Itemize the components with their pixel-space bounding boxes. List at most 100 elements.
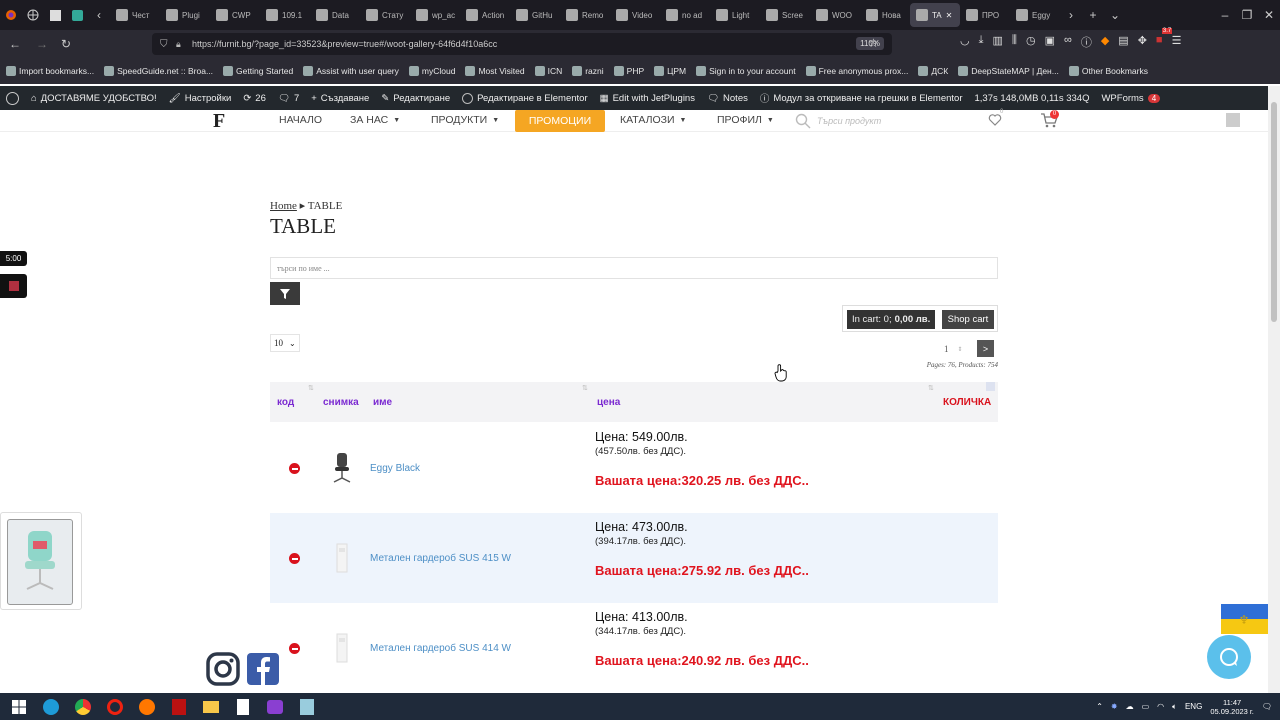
browser-tab[interactable]: GitHu: [510, 0, 560, 30]
bookmark-item[interactable]: Free anonymous prox...: [805, 66, 908, 76]
remove-item-button[interactable]: [289, 463, 300, 474]
app-icon[interactable]: [264, 696, 286, 718]
remove-item-button[interactable]: [289, 643, 300, 654]
menu-profile[interactable]: ПРОФИЛ ▼: [717, 114, 774, 126]
bookmark-item[interactable]: PHP: [613, 66, 644, 76]
scrollbar-thumb[interactable]: [1271, 102, 1277, 322]
comments-link[interactable]: 🗨︎ 7: [278, 93, 299, 104]
browser-tab[interactable]: Action: [460, 0, 510, 30]
bookmark-item[interactable]: Import bookmarks...: [6, 66, 94, 76]
browser-tab[interactable]: Plugi: [160, 0, 210, 30]
instagram-icon[interactable]: [206, 652, 240, 686]
bookmark-item[interactable]: myCloud: [408, 66, 455, 76]
account-avatar-icon[interactable]: [1226, 113, 1240, 127]
browser-tab[interactable]: WOO: [810, 0, 860, 30]
back-icon[interactable]: ←: [0, 29, 30, 59]
notifications-icon[interactable]: 🗨︎: [1262, 702, 1272, 711]
list-all-tabs-icon[interactable]: ⌄: [1104, 0, 1126, 30]
page-number-input[interactable]: 1 ⇕: [939, 340, 971, 358]
tray-app-icon[interactable]: ▭: [1142, 702, 1150, 711]
app-icon[interactable]: [296, 696, 318, 718]
col-price[interactable]: цена: [597, 397, 620, 408]
tray-app-icon[interactable]: ✸: [1111, 702, 1118, 711]
info-icon[interactable]: ⓘ: [1081, 34, 1092, 50]
product-name-link[interactable]: Метален гардероб SUS 414 W: [370, 643, 511, 654]
col-name[interactable]: име: [373, 397, 392, 408]
name-search-input[interactable]: търси по име ...: [270, 257, 998, 279]
lock-icon[interactable]: 🔒︎: [176, 39, 181, 50]
product-thumbnail[interactable]: [328, 452, 356, 484]
glasses-icon[interactable]: ∞: [1064, 34, 1072, 50]
site-name-link[interactable]: ⌂ ДОСТАВЯМЕ УДОБСТВО!: [31, 93, 157, 104]
new-content-link[interactable]: + Създаване: [311, 93, 369, 104]
minimize-icon[interactable]: –: [1214, 0, 1236, 30]
site-search-input[interactable]: Търси продукт: [795, 112, 955, 130]
shop-cart-button[interactable]: Shop cart: [942, 310, 994, 329]
bookmark-item[interactable]: razni: [572, 66, 604, 76]
browser-tab[interactable]: Стату: [360, 0, 410, 30]
chrome-icon[interactable]: [72, 696, 94, 718]
customize-link[interactable]: 🖌︎ Настройки: [169, 93, 232, 104]
stepper-icon[interactable]: ⇕: [958, 346, 963, 353]
close-window-icon[interactable]: ✕: [1258, 0, 1280, 30]
ublock-icon[interactable]: ■ 3.7: [1156, 28, 1173, 50]
facebook-icon[interactable]: [246, 652, 280, 686]
notepad-icon[interactable]: [232, 696, 254, 718]
next-page-button[interactable]: >: [977, 340, 994, 357]
firefox-icon[interactable]: [136, 696, 158, 718]
chevron-up-icon[interactable]: ⌃: [1096, 702, 1103, 711]
bookmark-item[interactable]: Getting Started: [223, 66, 293, 76]
wifi-icon[interactable]: ◠: [1157, 702, 1164, 711]
pinned-tab-icon[interactable]: [44, 0, 66, 30]
bookmark-item[interactable]: ICN: [534, 66, 562, 76]
browser-tab[interactable]: Video: [610, 0, 660, 30]
sidebar-icon[interactable]: ▥: [992, 34, 1002, 50]
col-code[interactable]: код: [277, 397, 294, 408]
browser-tab[interactable]: TA ✕: [910, 3, 960, 27]
page-scrollbar[interactable]: [1268, 86, 1280, 693]
browser-tab[interactable]: wp_ac: [410, 0, 460, 30]
address-bar[interactable]: ⛉ 🔒︎ https://furnit.bg/?page_id=33523&pr…: [152, 33, 892, 55]
opera-icon[interactable]: [104, 696, 126, 718]
query-monitor-link[interactable]: 1,37s 148,0MB 0,11s 334Q: [975, 93, 1090, 104]
browser-tab[interactable]: Чест: [110, 0, 160, 30]
close-tab-icon[interactable]: ✕: [946, 11, 953, 20]
bookmark-item[interactable]: SpeedGuide.net :: Broa...: [104, 66, 213, 76]
menu-icon[interactable]: ☰: [1172, 34, 1182, 50]
browser-tab[interactable]: no ad: [660, 0, 710, 30]
browser-tab[interactable]: Remo: [560, 0, 610, 30]
bookmark-item[interactable]: ЦРМ: [654, 66, 686, 76]
breadcrumb-home-link[interactable]: Home: [270, 200, 297, 212]
ukraine-flag-icon[interactable]: ♆: [1221, 604, 1268, 634]
onedrive-icon[interactable]: ☁: [1126, 702, 1134, 711]
volume-icon[interactable]: 🔈︎: [1172, 702, 1177, 712]
bookmark-item[interactable]: Sign in to your account: [696, 66, 796, 76]
filezilla-icon[interactable]: [168, 696, 190, 718]
product-thumbnail[interactable]: [328, 542, 356, 574]
firefox-view-icon[interactable]: [0, 0, 22, 30]
bookmark-item[interactable]: Most Visited: [465, 66, 525, 76]
browser-tab[interactable]: Light: [710, 0, 760, 30]
elementor-edit-link[interactable]: Редактиране в Elementor: [462, 92, 588, 104]
edge-icon[interactable]: [40, 696, 62, 718]
browser-tab[interactable]: Нова: [860, 0, 910, 30]
col-photo[interactable]: снимка: [323, 397, 359, 408]
screenshot-icon[interactable]: ▤: [1118, 34, 1128, 50]
product-name-link[interactable]: Метален гардероб SUS 415 W: [370, 553, 511, 564]
col-cart[interactable]: КОЛИЧКА: [943, 397, 991, 408]
sort-icon[interactable]: ⇅: [582, 384, 588, 392]
menu-catalogs[interactable]: КАТАЛОЗИ ▼: [620, 114, 686, 126]
history-icon[interactable]: ◷: [1026, 34, 1036, 50]
stop-recording-button[interactable]: [0, 274, 27, 298]
bookmark-item[interactable]: Assist with user query: [303, 66, 399, 76]
tab-scroll-left-icon[interactable]: ‹: [88, 0, 110, 30]
per-page-select[interactable]: 10 ⌄: [270, 334, 300, 352]
updates-link[interactable]: ⟳ 26: [243, 93, 266, 104]
browser-tab[interactable]: 109.1: [260, 0, 310, 30]
wordpress-logo-icon[interactable]: [6, 91, 19, 105]
windows-start-icon[interactable]: [8, 696, 30, 718]
sort-icon[interactable]: ⇅: [308, 384, 314, 392]
browser-tab[interactable]: CWP: [210, 0, 260, 30]
browser-tab[interactable]: ПРО: [960, 0, 1010, 30]
shield-icon[interactable]: ⛉: [160, 39, 168, 50]
